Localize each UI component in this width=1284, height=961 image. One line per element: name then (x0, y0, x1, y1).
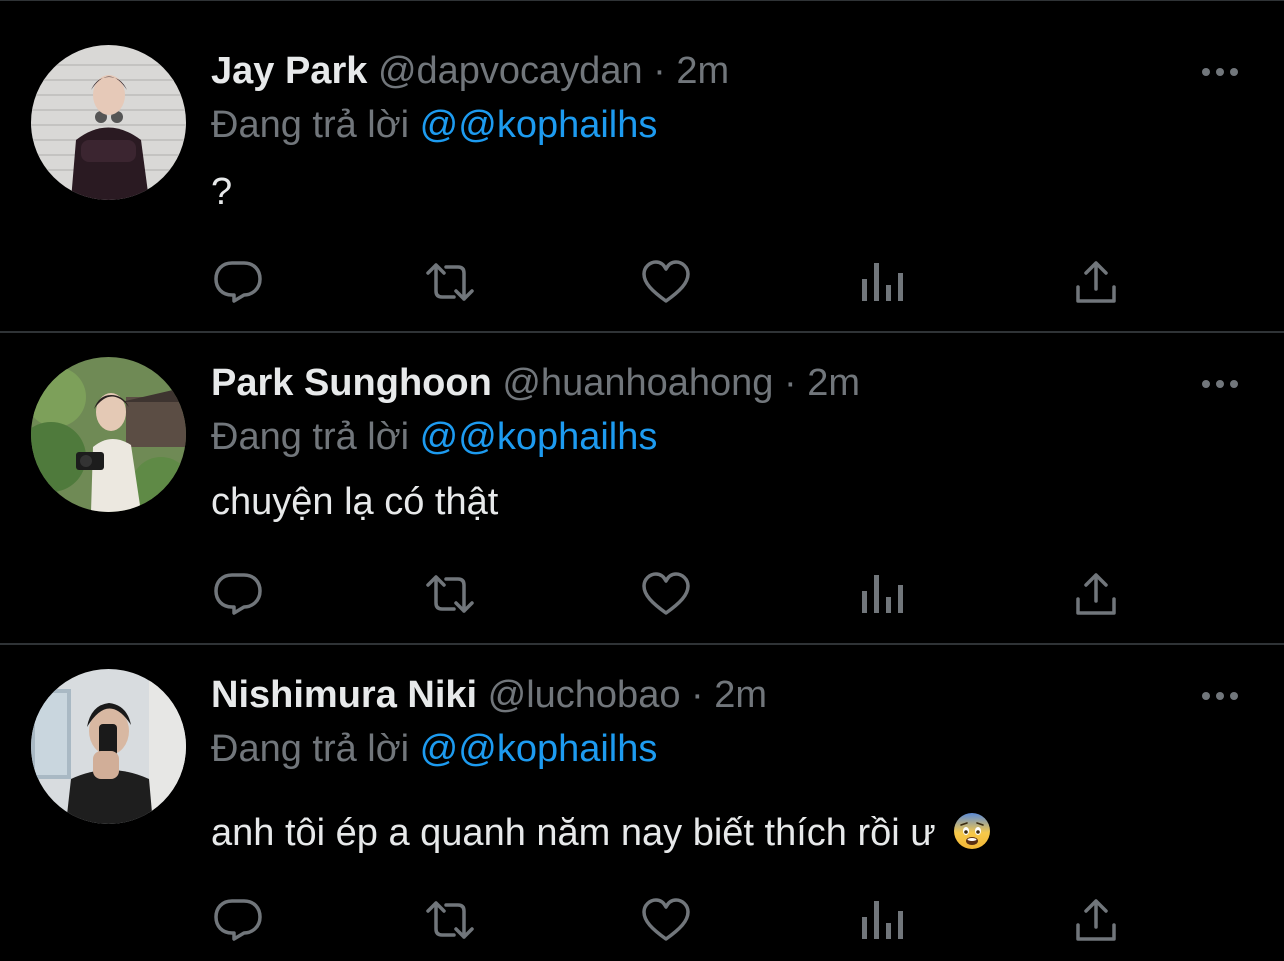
tweet-text: ? (211, 169, 232, 215)
author-name[interactable]: Park Sunghoon (211, 362, 492, 404)
avatar[interactable] (31, 669, 186, 824)
reply-context: Đang trả lời @@kophailhs (211, 103, 657, 147)
reply-context: Đang trả lời @@kophailhs (211, 415, 657, 459)
share-button[interactable] (1070, 569, 1122, 619)
timestamp[interactable]: 2m (676, 50, 729, 92)
more-icon (1202, 380, 1238, 388)
like-icon (642, 898, 690, 941)
avatar[interactable] (31, 357, 186, 512)
like-button[interactable] (640, 895, 692, 945)
avatar[interactable] (31, 45, 186, 200)
share-button[interactable] (1070, 895, 1122, 945)
tweet-text-content: anh tôi ép a quanh năm nay biết thích rồ… (211, 812, 936, 854)
retweet-button[interactable] (424, 895, 476, 945)
stats-icon (862, 263, 903, 301)
more-icon (1202, 68, 1238, 76)
reply-mention-link[interactable]: @@kophailhs (420, 416, 658, 458)
reply-context: Đang trả lời @@kophailhs (211, 727, 657, 771)
separator-dot: · (783, 362, 797, 404)
tweet-header: Nishimura Niki @luchobao · 2m (211, 673, 767, 717)
tweet-header: Park Sunghoon @huanhoahong · 2m (211, 361, 860, 405)
tweet-text-content: ? (211, 171, 233, 213)
tweet-actions (0, 569, 1284, 619)
reply-icon (214, 899, 262, 941)
share-icon (1076, 573, 1116, 615)
stats-icon (862, 575, 903, 613)
separator-dot: · (691, 674, 704, 716)
views-button[interactable] (856, 569, 908, 619)
author-handle[interactable]: @huanhoahong (502, 362, 773, 404)
more-options-button[interactable] (1198, 683, 1242, 709)
retweet-icon (426, 263, 474, 301)
more-options-button[interactable] (1198, 371, 1242, 397)
tweet-actions (0, 257, 1284, 307)
reply-prefix: Đang trả lời (211, 728, 410, 770)
views-button[interactable] (856, 895, 908, 945)
share-button[interactable] (1070, 257, 1122, 307)
reply-icon (214, 573, 262, 615)
tweet[interactable]: Park Sunghoon @huanhoahong · 2m Đang trả… (0, 331, 1284, 643)
separator-dot: · (653, 50, 666, 92)
more-icon (1202, 692, 1238, 700)
views-button[interactable] (856, 257, 908, 307)
like-icon (642, 572, 690, 615)
tweet-actions (0, 895, 1284, 945)
retweet-button[interactable] (424, 257, 476, 307)
tweet-text: chuyện lạ có thật (211, 479, 498, 525)
reply-mention-link[interactable]: @@kophailhs (420, 104, 658, 146)
retweet-button[interactable] (424, 569, 476, 619)
like-icon (642, 260, 690, 303)
author-name[interactable]: Jay Park (211, 50, 367, 92)
stats-icon (862, 901, 903, 939)
timestamp[interactable]: 2m (714, 674, 767, 716)
reply-prefix: Đang trả lời (211, 416, 410, 458)
reply-button[interactable] (212, 569, 264, 619)
tweet[interactable]: Nishimura Niki @luchobao · 2m Đang trả l… (0, 643, 1284, 961)
tweet-text: anh tôi ép a quanh năm nay biết thích rồ… (211, 810, 992, 856)
reply-button[interactable] (212, 257, 264, 307)
reply-icon (214, 261, 262, 303)
author-handle[interactable]: @dapvocaydan (378, 50, 643, 92)
tweet-header: Jay Park @dapvocaydan · 2m (211, 49, 729, 93)
like-button[interactable] (640, 569, 692, 619)
share-icon (1076, 899, 1116, 941)
author-name[interactable]: Nishimura Niki (211, 674, 477, 716)
more-options-button[interactable] (1198, 59, 1242, 85)
tweet-feed: Jay Park @dapvocaydan · 2m Đang trả lời … (0, 0, 1284, 961)
share-icon (1076, 261, 1116, 303)
retweet-icon (426, 901, 474, 939)
tweet-text-content: chuyện lạ có thật (211, 481, 499, 523)
reply-mention-link[interactable]: @@kophailhs (420, 728, 658, 770)
author-handle[interactable]: @luchobao (488, 674, 681, 716)
retweet-icon (426, 575, 474, 613)
tweet[interactable]: Jay Park @dapvocaydan · 2m Đang trả lời … (0, 19, 1284, 329)
reply-button[interactable] (212, 895, 264, 945)
timestamp[interactable]: 2m (807, 362, 860, 404)
fearful-face-icon (954, 813, 991, 849)
reply-prefix: Đang trả lời (211, 104, 410, 146)
like-button[interactable] (640, 257, 692, 307)
